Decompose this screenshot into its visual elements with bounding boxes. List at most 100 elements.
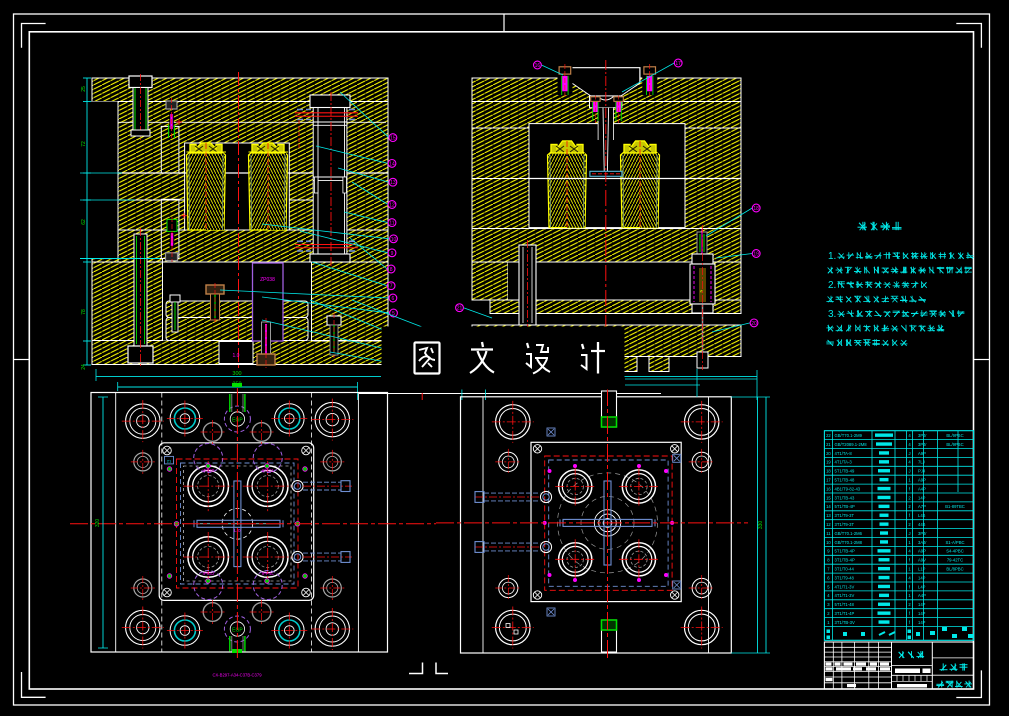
svg-text:330: 330 <box>758 521 764 530</box>
svg-text:2.: 2. <box>828 280 836 291</box>
svg-text:7: 7 <box>390 284 393 290</box>
svg-text:5T1/T1-48: 5T1/T1-48 <box>835 602 855 607</box>
svg-text:3T1/T9-3T: 3T1/T9-3T <box>835 522 855 527</box>
svg-text:PJ4: PJ4 <box>918 469 926 474</box>
svg-text:3T1/TB-3V: 3T1/TB-3V <box>835 620 855 625</box>
svg-text:14: 14 <box>826 504 831 509</box>
svg-text:6: 6 <box>392 296 395 302</box>
svg-text:S4-4PBC: S4-4PBC <box>946 549 963 554</box>
svg-text:GB/T2089.1-2M8: GB/T2089.1-2M8 <box>835 442 868 447</box>
svg-text:L4B: L4B <box>918 513 926 518</box>
svg-text:J: J <box>908 451 910 456</box>
svg-text:21: 21 <box>826 442 831 447</box>
svg-text:3PJr: 3PJr <box>918 433 927 438</box>
svg-text:1.0: 1.0 <box>233 353 240 359</box>
svg-text:13: 13 <box>826 513 831 518</box>
svg-text:BL/9PBC: BL/9PBC <box>946 433 963 438</box>
svg-text:A4P: A4P <box>918 486 926 491</box>
svg-text:300: 300 <box>232 371 241 377</box>
svg-text:3T1/TB-43: 3T1/TB-43 <box>835 495 855 500</box>
svg-text:4T1/T1-3V: 4T1/T1-3V <box>835 584 855 589</box>
svg-text:11: 11 <box>389 221 394 227</box>
svg-text:17: 17 <box>675 61 681 67</box>
svg-text:3T1/TB-4P: 3T1/TB-4P <box>835 558 855 563</box>
svg-text:5T1/TB-4P: 5T1/TB-4P <box>835 504 855 509</box>
svg-text:B1-89TBC: B1-89TBC <box>945 504 965 509</box>
svg-text:5T1/TB-48: 5T1/TB-48 <box>835 477 855 482</box>
svg-text:14P: 14P <box>918 602 926 607</box>
svg-text:3PJr: 3PJr <box>918 531 927 536</box>
svg-text:CX-B297-A34-C37B-C379: CX-B297-A34-C37B-C379 <box>212 673 262 678</box>
svg-text:J: J <box>908 469 910 474</box>
svg-text:10: 10 <box>391 237 397 243</box>
svg-text:20: 20 <box>826 451 831 456</box>
svg-text:9: 9 <box>391 251 394 257</box>
svg-text:13: 13 <box>390 180 396 186</box>
svg-text:ZP038: ZP038 <box>260 277 275 283</box>
svg-text:3AJr: 3AJr <box>918 540 927 545</box>
svg-text:24: 24 <box>81 364 87 370</box>
svg-text:22: 22 <box>826 433 831 438</box>
svg-text:3T1/T9-3T: 3T1/T9-3T <box>835 513 855 518</box>
svg-text:15: 15 <box>826 495 831 500</box>
svg-text:4T1/TA-8: 4T1/TA-8 <box>835 451 853 456</box>
svg-text:GB/T70.1-2M6: GB/T70.1-2M6 <box>835 531 863 536</box>
svg-text:A4P: A4P <box>918 593 926 598</box>
svg-text:44B: 44B <box>918 522 926 527</box>
svg-text:78: 78 <box>81 309 87 315</box>
svg-text:IP03J: IP03J <box>202 571 214 576</box>
svg-text:12: 12 <box>389 203 395 209</box>
svg-text:16: 16 <box>826 486 831 491</box>
svg-text:14P: 14P <box>918 495 926 500</box>
svg-text:1.: 1. <box>828 251 836 262</box>
svg-text:4T1/TA-3: 4T1/TA-3 <box>835 460 853 465</box>
svg-text:GB/T70.1-2M9: GB/T70.1-2M9 <box>835 433 863 438</box>
svg-text:A9P: A9P <box>918 451 926 456</box>
svg-text:J: J <box>908 531 910 536</box>
svg-text:19: 19 <box>826 460 831 465</box>
svg-text:5T1/TB-4P: 5T1/TB-4P <box>835 549 855 554</box>
svg-text:10: 10 <box>826 540 831 545</box>
svg-text:11: 11 <box>826 531 831 536</box>
svg-text:62: 62 <box>81 219 87 225</box>
svg-text:A9V: A9V <box>918 558 926 563</box>
svg-text:S1-A/PBC: S1-A/PBC <box>945 540 964 545</box>
svg-text:BL/8PBC: BL/8PBC <box>946 566 963 571</box>
svg-text:21: 21 <box>457 306 463 312</box>
svg-text:3T1/T9-48: 3T1/T9-48 <box>835 575 855 580</box>
svg-text:3PJr: 3PJr <box>918 442 927 447</box>
svg-text:14P: 14P <box>918 620 926 625</box>
svg-text:17: 17 <box>826 477 831 482</box>
svg-text:25: 25 <box>81 86 87 92</box>
svg-text:20: 20 <box>751 321 757 327</box>
svg-text:79-42TC: 79-42TC <box>947 558 963 563</box>
svg-text:3.: 3. <box>828 309 836 320</box>
svg-text:L1P: L1P <box>918 566 926 571</box>
svg-text:5T1/TB-49: 5T1/TB-49 <box>835 469 855 474</box>
svg-text:72: 72 <box>81 141 87 147</box>
svg-text:14P: 14P <box>918 611 926 616</box>
svg-text:14: 14 <box>389 161 395 167</box>
svg-text:IP021: IP021 <box>262 468 274 473</box>
svg-text:8: 8 <box>390 267 393 273</box>
svg-text:19: 19 <box>753 252 759 258</box>
svg-text:3T1/T1-4P: 3T1/T1-4P <box>835 611 855 616</box>
svg-text:A7P: A7P <box>918 504 926 509</box>
svg-text:L4P: L4P <box>918 584 926 589</box>
svg-text:16: 16 <box>535 63 541 69</box>
svg-text:IPP4L: IPP4L <box>262 571 275 576</box>
svg-text:12: 12 <box>826 522 831 527</box>
svg-text:18: 18 <box>753 206 759 212</box>
svg-text:18: 18 <box>826 469 831 474</box>
svg-text:320: 320 <box>95 519 101 528</box>
svg-text:7LJ: 7LJ <box>918 460 925 465</box>
svg-text:4B1/T9-82-43: 4B1/T9-82-43 <box>835 486 861 491</box>
svg-text:A9P: A9P <box>918 549 926 554</box>
svg-text:21: 21 <box>167 458 172 463</box>
svg-text:4T1/T1-3V: 4T1/T1-3V <box>835 593 855 598</box>
svg-text:GB/T70.1-2M8: GB/T70.1-2M8 <box>835 540 863 545</box>
svg-text:A9P: A9P <box>918 477 926 482</box>
svg-text:14P: 14P <box>918 575 926 580</box>
svg-text:IP020: IP020 <box>202 468 214 473</box>
svg-text:BL/9PBC: BL/9PBC <box>946 442 963 447</box>
